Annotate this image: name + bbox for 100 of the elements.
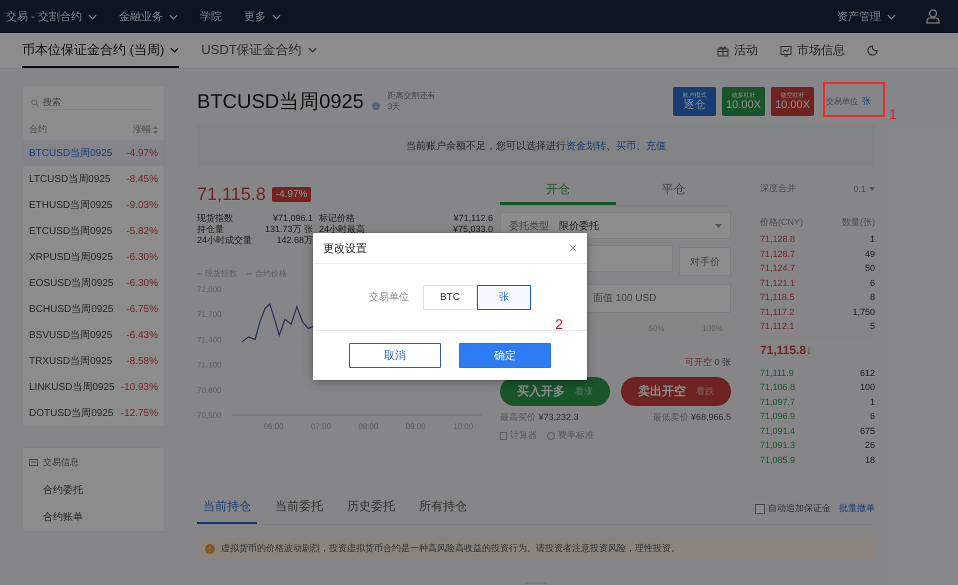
nav-menu-item[interactable]: 交易 - 交割合约 [6, 9, 97, 24]
change-percent: -8.58% [126, 356, 158, 366]
contract-row[interactable]: TRXUSD当周0925 -8.58% [23, 348, 164, 374]
cancel-all-link[interactable]: 批量撤单 [839, 502, 875, 515]
order-tab[interactable]: 开仓 [500, 180, 616, 205]
bid-price: 71,085.9 [760, 454, 796, 465]
column-header[interactable]: 涨幅 [133, 123, 151, 136]
contract-name: ETCUSD当周0925 [29, 224, 112, 238]
change-percent: -10.93% [120, 382, 158, 392]
contract-type-tab[interactable]: USDT保证金合约 [201, 33, 317, 68]
change-percent: -4.97% [126, 148, 158, 158]
contract-name: XRPUSD当周0925 [29, 250, 113, 264]
ask-price: 71,124.7 [760, 263, 796, 274]
order-type-select[interactable]: 委托类型 限价委托 [500, 212, 731, 239]
nav-menu-item[interactable]: 学院 [200, 9, 222, 24]
menu-item[interactable]: 合约账单 [23, 504, 164, 531]
gift-icon [717, 44, 729, 56]
nav-menu-item[interactable]: 金融业务 [118, 9, 178, 24]
notice-link[interactable]: 买币 [616, 138, 636, 152]
confirm-button[interactable]: 确定 [459, 343, 551, 368]
contract-name: TRXUSD当周0925 [29, 354, 112, 368]
counter-price-button[interactable]: 对手价 [679, 247, 731, 276]
contract-row[interactable]: LINKUSD当周0925 -10.93% [23, 374, 164, 400]
contract-name: LTCUSD当周0925 [29, 172, 111, 186]
contract-row[interactable]: ETCUSD当周0925 -5.82% [23, 218, 164, 244]
rate-icon [547, 432, 555, 440]
bid-amount: 6 [870, 411, 875, 422]
contract-title: BTCUSD当周0925 [197, 90, 364, 114]
bid-amount: 612 [860, 368, 875, 378]
cancel-button[interactable]: 取消 [349, 343, 441, 368]
bid-price: 71,091.4 [760, 426, 796, 436]
contract-row[interactable]: EOSUSD当周0925 -6.30% [23, 270, 164, 296]
sort-icon[interactable] [153, 126, 158, 134]
ask-price: 71,118.5 [760, 292, 794, 302]
unit-option[interactable]: 张 [477, 284, 531, 310]
header-link[interactable]: 市场信息 [780, 33, 845, 68]
ask-amount: 50 [864, 263, 875, 274]
contract-row[interactable]: BCHUSD当周0925 -6.75% [23, 296, 164, 322]
annotation-number: 2 [555, 316, 563, 332]
position-tab[interactable]: 历史委托 [341, 493, 401, 524]
trade-button[interactable]: 卖出开空 看跌 [621, 377, 731, 406]
bid-price: 71,106.8 [760, 382, 796, 392]
dropdown-icon[interactable] [869, 186, 875, 190]
stat-label: 24小时最高 [319, 224, 366, 235]
position-tab[interactable]: 所有持仓 [413, 493, 473, 524]
moon-icon[interactable] [867, 45, 878, 56]
change-percent: -6.75% [126, 304, 158, 314]
bid-price: 71,096.9 [760, 411, 796, 422]
contract-name: LINKUSD当周0925 [29, 380, 115, 394]
column-header: 数量(张) [842, 216, 875, 229]
change-badge: -4.97% [272, 187, 312, 202]
contract-row[interactable]: DOTUSD当周0925 -12.75% [23, 400, 164, 426]
position-tab[interactable]: 当前委托 [269, 493, 329, 524]
delivery-label: 距离交割还有 [388, 90, 436, 101]
search-field[interactable]: 搜索 [43, 95, 153, 110]
unit-label: 交易单位 [826, 96, 858, 106]
close-button[interactable] [569, 244, 577, 252]
stat-value: ¥75,033.0 [452, 224, 493, 235]
notice-link[interactable]: 充值 [646, 138, 666, 152]
ask-price: 71,117.2 [760, 306, 794, 317]
ask-amount: 6 [870, 278, 875, 288]
dropdown-icon [715, 224, 722, 228]
contract-row[interactable]: ETHUSD当周0925 -9.03% [23, 192, 164, 218]
depth-merge-select[interactable]: 0.1 [853, 184, 866, 194]
contract-row[interactable]: BTCUSD当周0925 -4.97% [23, 140, 164, 166]
change-percent: -6.30% [126, 278, 158, 288]
menu-item[interactable]: 合约委托 [23, 477, 164, 504]
ask-amount: 1,750 [852, 306, 875, 317]
contract-name: BTCUSD当周0925 [29, 146, 112, 160]
contract-type-tab[interactable]: 币本位保证金合约 (当周) [22, 33, 180, 68]
header-link[interactable]: 活动 [717, 33, 758, 68]
contract-row[interactable]: BSVUSD当周0925 -6.43% [23, 322, 164, 348]
change-percent: -6.43% [126, 330, 158, 340]
ask-price: 71,112.1 [760, 321, 794, 332]
warning-text: 虚拟货币的价格波动剧烈，投资虚拟货币合约是一种高风险高收益的投资行为。请投资者注意投资风险，理性投资。 [221, 542, 680, 555]
change-percent: -12.75% [120, 408, 158, 418]
contract-row[interactable]: XRPUSD当周0925 -6.30% [23, 244, 164, 270]
change-percent: -8.45% [126, 174, 158, 184]
stat-value: 131.73万 张 [264, 224, 313, 235]
checkbox[interactable] [755, 504, 765, 514]
user-icon[interactable] [926, 9, 940, 24]
bid-amount: 18 [864, 454, 875, 465]
contract-name: DOTUSD当周0925 [29, 406, 114, 420]
change-percent: -6.30% [126, 252, 158, 262]
unit-link[interactable]: 张 [862, 94, 871, 108]
position-tab[interactable]: 当前持仓 [197, 493, 257, 524]
unit-option[interactable]: BTC [423, 284, 477, 310]
trade-button[interactable]: 买入开多 看涨 [500, 377, 610, 406]
annotation-box [823, 82, 885, 117]
contract-row[interactable]: LTCUSD当周0925 -8.45% [23, 166, 164, 192]
change-percent: -9.03% [126, 200, 158, 210]
column-header: 合约 [29, 123, 47, 136]
order-tab[interactable]: 平仓 [616, 180, 731, 205]
info-icon[interactable] [372, 102, 380, 110]
asset-menu[interactable]: 资产管理 [837, 9, 896, 24]
field-label: 交易单位 [369, 290, 409, 304]
notice-link[interactable]: 资金划转 [566, 138, 606, 152]
nav-menu-item[interactable]: 更多 [244, 9, 281, 24]
contract-name: EOSUSD当周0925 [29, 276, 114, 290]
checkbox-label: 自动追加保证金 [768, 502, 831, 515]
